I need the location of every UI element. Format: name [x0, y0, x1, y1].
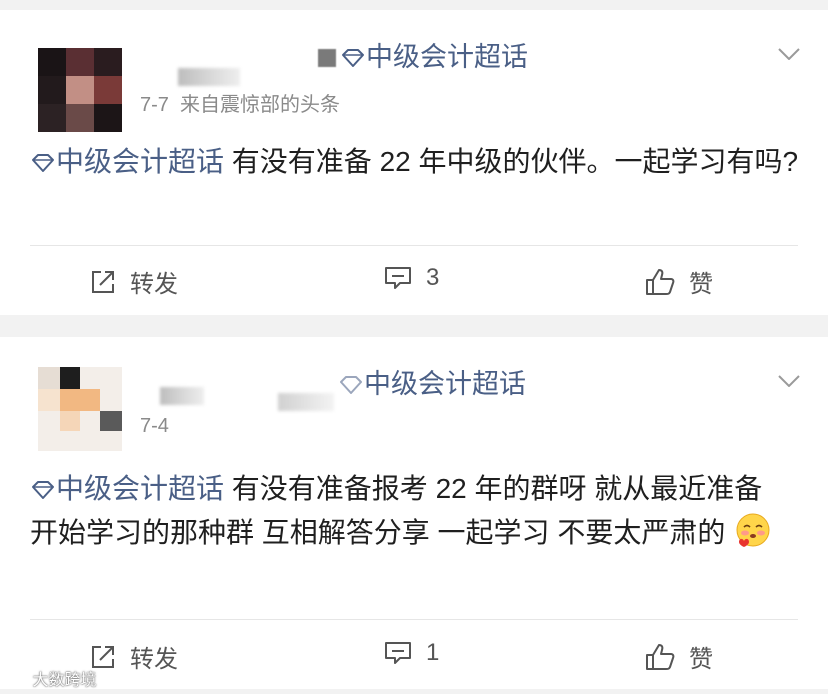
comment-count: 1 [426, 639, 440, 666]
topic-tag-label: 中级会计超话 [56, 473, 225, 504]
like-label: 赞 [689, 271, 713, 298]
post-meta: 7-7 来自震惊部的头条 [140, 88, 340, 117]
repost-button[interactable]: 转发 [90, 639, 178, 674]
post-date: 7-4 [140, 415, 169, 437]
diamond-icon [30, 143, 56, 185]
post-meta: 7-4 [140, 415, 169, 438]
diamond-icon [338, 369, 364, 403]
divider [30, 619, 798, 620]
comment-button[interactable]: 1 [384, 639, 439, 667]
divider [30, 245, 798, 246]
watermark-text: 大数跨境 [32, 672, 97, 689]
topic-tag-link[interactable]: 中级会计超话 [30, 473, 224, 504]
repost-label: 转发 [130, 646, 178, 673]
shy-face-emoji [735, 512, 771, 560]
topic-header-label: 中级会计超话 [364, 369, 526, 399]
share-icon [92, 270, 114, 293]
topic-header-label: 中级会计超话 [366, 42, 528, 72]
post-source: 来自震惊部的头条 [180, 94, 341, 116]
avatar[interactable] [38, 48, 122, 132]
watermark: 大数跨境 [6, 666, 96, 690]
diamond-icon [30, 470, 56, 512]
topic-header-link[interactable]: 中级会计超话 [318, 40, 528, 76]
repost-label: 转发 [130, 271, 178, 298]
topic-tag-label: 中级会计超话 [56, 146, 225, 177]
repost-button[interactable]: 转发 [90, 264, 178, 299]
thumbs-up-icon [646, 643, 675, 670]
username-redacted[interactable] [178, 68, 240, 86]
post-card[interactable]: 中级会计超话 7-4 中级会计超话 有没有准备报考 22 年的群呀 就从最近准备… [0, 337, 828, 689]
chevron-down-icon[interactable] [778, 375, 800, 387]
comment-icon [385, 642, 411, 664]
diamond-icon [340, 42, 366, 76]
thumbs-up-icon [646, 268, 675, 295]
comment-count: 3 [426, 264, 440, 291]
comment-button[interactable]: 3 [384, 264, 439, 292]
avatar[interactable] [38, 367, 122, 451]
post-card[interactable]: 中级会计超话 7-7 来自震惊部的头条 中级会计超话 有没有准备 22 年中级的… [0, 10, 828, 315]
post-body: 中级会计超话 有没有准备报考 22 年的群呀 就从最近准备开始学习的那种群 互相… [30, 468, 788, 560]
watermark-logo-icon [6, 674, 27, 686]
username-redacted[interactable] [160, 387, 204, 405]
like-button[interactable]: 赞 [645, 264, 713, 299]
post-date: 7-7 [140, 94, 169, 116]
chevron-down-icon[interactable] [778, 48, 800, 60]
like-button[interactable]: 赞 [645, 639, 713, 674]
comment-icon [385, 267, 411, 289]
post-body: 中级会计超话 有没有准备 22 年中级的伙伴。一起学习有吗? [30, 141, 804, 185]
topic-header-link[interactable]: 中级会计超话 [338, 367, 526, 403]
redacted-mark [318, 49, 336, 67]
username-redacted [278, 393, 334, 411]
post-text: 有没有准备 22 年中级的伙伴。一起学习有吗? [231, 146, 799, 177]
like-label: 赞 [689, 646, 713, 673]
topic-tag-link[interactable]: 中级会计超话 [30, 146, 224, 177]
